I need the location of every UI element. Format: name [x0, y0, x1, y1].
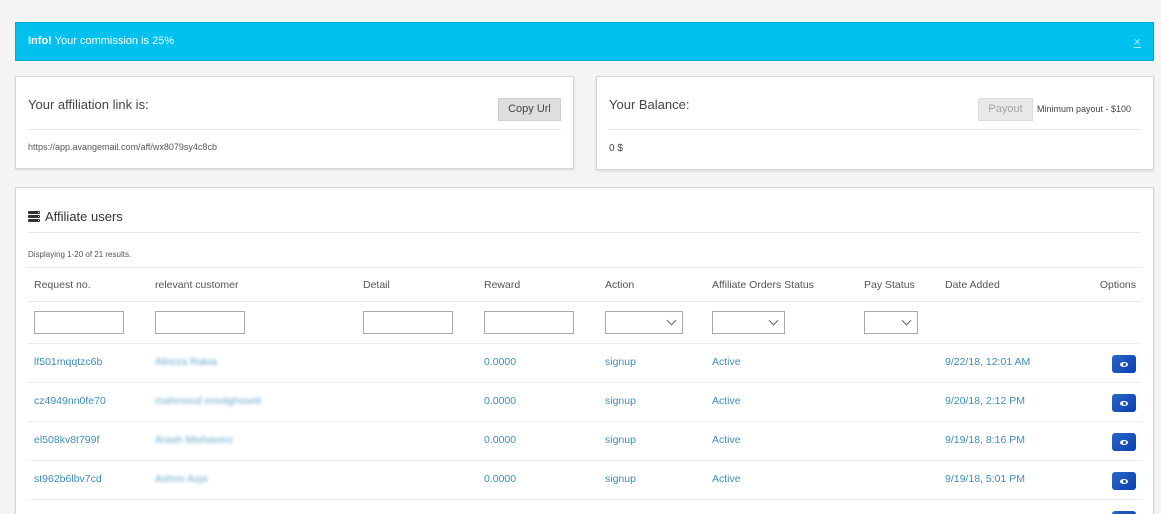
filter-action-select[interactable] — [605, 311, 683, 334]
customer-name[interactable]: Arash Mishaverz — [155, 434, 233, 446]
info-alert: Info! Your commission is 25% × — [15, 22, 1154, 61]
action-value: signup — [605, 473, 636, 485]
request-no-link[interactable]: el508kv8t799f — [34, 434, 99, 446]
divider — [28, 129, 561, 130]
filter-pay-status-select[interactable] — [864, 311, 918, 334]
request-no-link[interactable]: cz4949nn0fe70 — [34, 395, 106, 407]
affiliation-link-box: Your affiliation link is: Copy Url https… — [15, 76, 574, 169]
view-button[interactable] — [1112, 355, 1136, 373]
action-value: signup — [605, 434, 636, 446]
close-icon[interactable]: × — [1133, 23, 1141, 60]
customer-name[interactable]: mahmood emolghoseti — [155, 395, 261, 407]
balance-title: Your Balance: — [609, 97, 690, 112]
reward-value: 0.0000 — [484, 356, 517, 368]
column-header-detail[interactable]: Detail — [363, 279, 390, 291]
divider — [28, 267, 1141, 268]
orders-status-value: Active — [712, 473, 741, 485]
alert-strong: Info! — [28, 35, 52, 47]
orders-status-value: Active — [712, 395, 741, 407]
table-row: lf501mqqtzc6b Alireza Rakia 0.0000 signu… — [28, 343, 1141, 382]
filter-request-input[interactable] — [34, 311, 124, 334]
table-row: cz4949nn0fe70 mahmood emolghoseti 0.0000… — [28, 382, 1141, 421]
date-added-value: 9/22/18, 12:01 AM — [945, 356, 1031, 368]
customer-name[interactable]: Alireza Rakia — [155, 356, 217, 368]
orders-status-value: Active — [712, 356, 741, 368]
action-value: signup — [605, 395, 636, 407]
column-header-orders-status[interactable]: Affiliate Orders Status — [712, 279, 814, 291]
divider — [28, 232, 1141, 233]
orders-status-value: Active — [712, 434, 741, 446]
request-no-link[interactable]: st962b6lbv7cd — [34, 473, 102, 485]
customer-name[interactable]: Ashno Azpi — [155, 473, 208, 485]
view-button[interactable] — [1112, 394, 1136, 412]
server-icon — [28, 211, 40, 222]
alert-text: Your commission is 25% — [51, 35, 175, 47]
affiliation-link[interactable]: https://app.avangemail.com/aff/wx8079sy4… — [28, 142, 217, 152]
eye-icon — [1120, 439, 1128, 445]
table-row: st962b6lbv7cd Ashno Azpi 0.0000 signup A… — [28, 460, 1141, 499]
column-header-pay-status[interactable]: Pay Status — [864, 279, 915, 291]
users-title-text: Affiliate users — [45, 209, 123, 224]
results-summary: Displaying 1-20 of 21 results. — [28, 250, 132, 259]
copy-url-button[interactable]: Copy Url — [498, 98, 561, 121]
eye-icon — [1120, 478, 1128, 484]
column-header-reward[interactable]: Reward — [484, 279, 520, 291]
column-header-request[interactable]: Request no. — [34, 279, 91, 291]
eye-icon — [1120, 361, 1128, 367]
date-added-value: 9/19/18, 5:01 PM — [945, 473, 1025, 485]
payout-button[interactable]: Payout — [978, 98, 1033, 121]
date-added-value: 9/20/18, 2:12 PM — [945, 395, 1025, 407]
minimum-payout-note: Minimum payout - $100 — [1037, 104, 1132, 114]
eye-icon — [1120, 400, 1128, 406]
filter-reward-input[interactable] — [484, 311, 574, 334]
date-added-value: 9/19/18, 8:16 PM — [945, 434, 1025, 446]
filter-customer-input[interactable] — [155, 311, 245, 334]
column-header-action[interactable]: Action — [605, 279, 634, 291]
reward-value: 0.0000 — [484, 395, 517, 407]
balance-box: Your Balance: Payout Minimum payout - $1… — [596, 76, 1154, 170]
divider — [28, 301, 1141, 302]
action-value: signup — [605, 356, 636, 368]
divider — [609, 129, 1141, 130]
table-row — [28, 499, 1141, 514]
filter-detail-input[interactable] — [363, 311, 453, 334]
column-header-options: Options — [1099, 279, 1136, 291]
reward-value: 0.0000 — [484, 434, 517, 446]
table-row: el508kv8t799f Arash Mishaverz 0.0000 sig… — [28, 421, 1141, 460]
reward-value: 0.0000 — [484, 473, 517, 485]
column-header-date-added[interactable]: Date Added — [945, 279, 1000, 291]
column-header-customer[interactable]: relevant customer — [155, 279, 238, 291]
users-title: Affiliate users — [28, 209, 123, 224]
request-no-link[interactable]: lf501mqqtzc6b — [34, 356, 102, 368]
affiliate-users-box: Affiliate users Displaying 1-20 of 21 re… — [15, 187, 1154, 514]
affiliation-title: Your affiliation link is: — [28, 97, 149, 112]
balance-value: 0 $ — [609, 143, 623, 154]
view-button[interactable] — [1112, 472, 1136, 490]
view-button[interactable] — [1112, 433, 1136, 451]
filter-orders-status-select[interactable] — [712, 311, 785, 334]
